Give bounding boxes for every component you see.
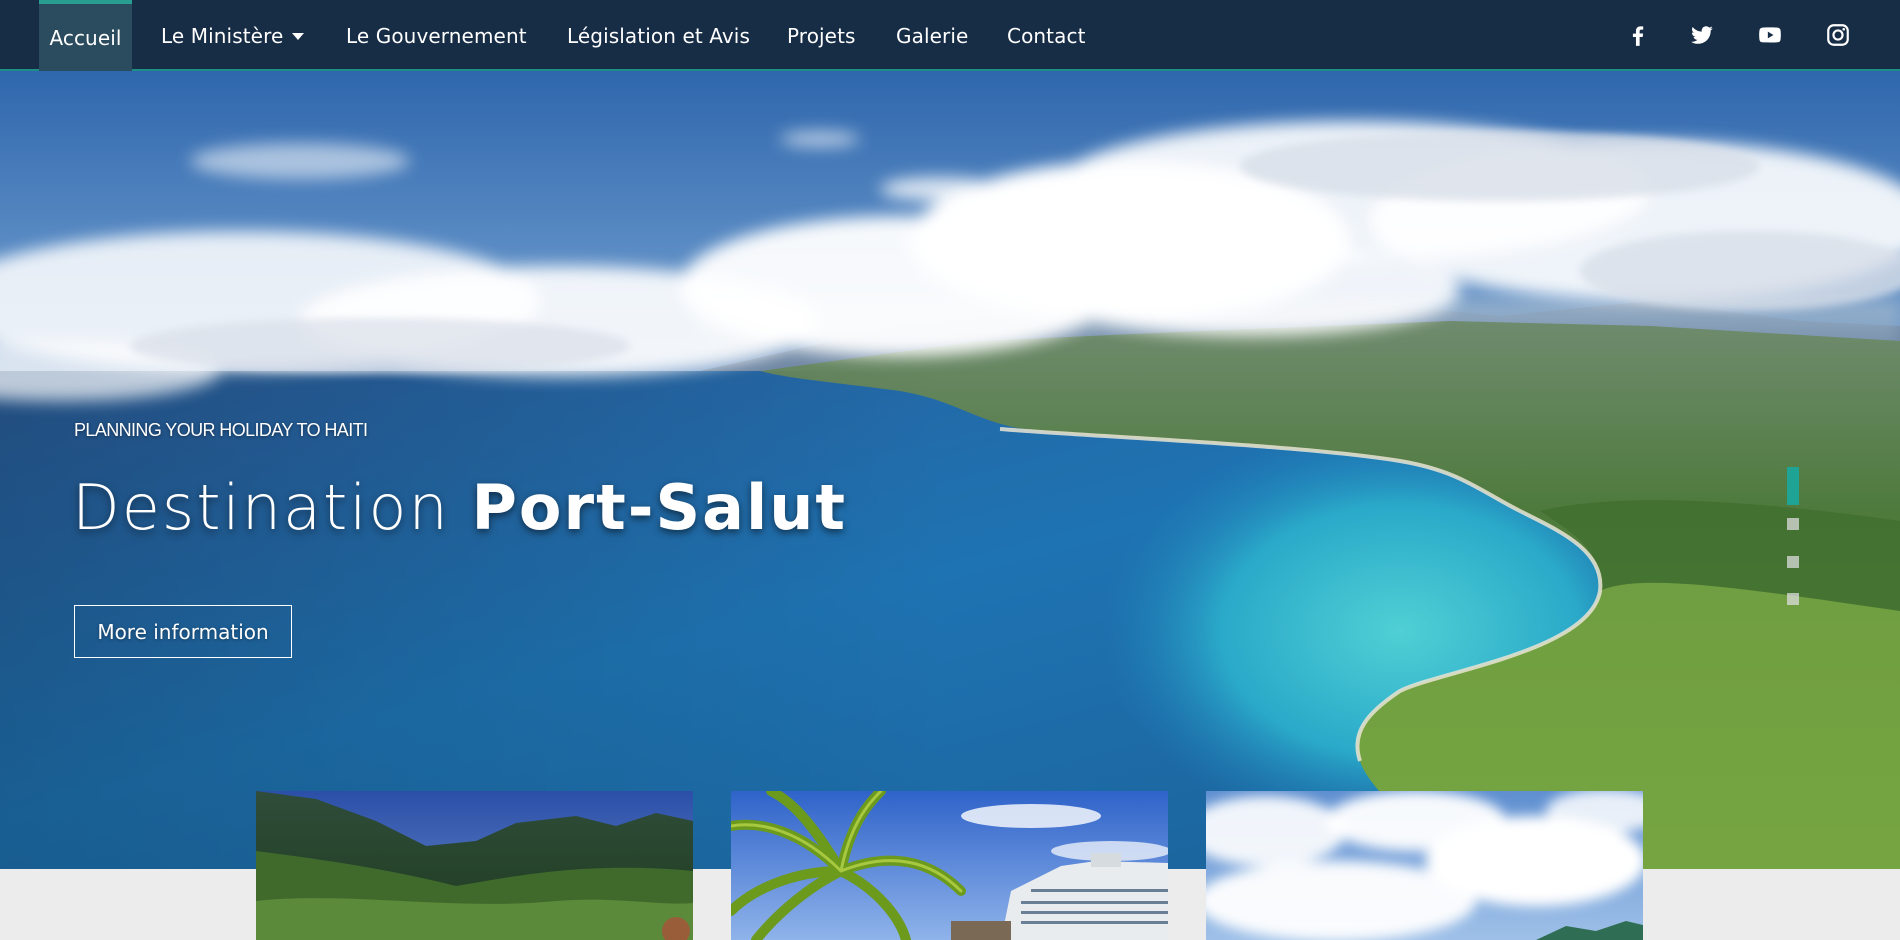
hero-title-bold: Port-Salut (471, 471, 847, 544)
youtube-icon[interactable] (1757, 22, 1783, 48)
nav-item-le-ministere[interactable]: Le Ministère (161, 0, 305, 71)
more-information-button[interactable]: More information (74, 605, 292, 658)
cloudy-sky-photo (1206, 791, 1643, 940)
carousel-indicator-1[interactable] (1787, 467, 1799, 505)
nav-item-label: Législation et Avis (567, 23, 750, 48)
nav-item-accueil[interactable]: Accueil (39, 0, 132, 71)
carousel-indicator-4[interactable] (1787, 593, 1799, 605)
hero-title-light: Destination (72, 471, 472, 544)
twitter-icon[interactable] (1689, 22, 1715, 48)
main-navbar: Accueil Le Ministère Le Gouvernement Lég… (0, 0, 1900, 71)
destination-card-sky[interactable] (1206, 791, 1643, 940)
nav-item-galerie[interactable]: Galerie (896, 0, 968, 71)
instagram-icon[interactable] (1825, 22, 1851, 48)
hero-title: Destination Port-Salut (72, 471, 847, 544)
nav-item-contact[interactable]: Contact (1007, 0, 1086, 71)
nav-item-projets[interactable]: Projets (787, 0, 856, 71)
hero-background-image (0, 71, 1900, 869)
nav-item-label: Le Ministère (161, 23, 284, 48)
nav-item-le-gouvernement[interactable]: Le Gouvernement (346, 0, 527, 71)
nav-item-label: Accueil (49, 25, 122, 50)
destination-card-mountains[interactable] (256, 791, 693, 940)
hero-carousel: PLANNING YOUR HOLIDAY TO HAITI Destinati… (0, 71, 1900, 869)
facebook-icon[interactable] (1625, 22, 1651, 48)
hero-kicker: PLANNING YOUR HOLIDAY TO HAITI (74, 420, 368, 440)
nav-item-label: Projets (787, 23, 856, 48)
carousel-indicator-3[interactable] (1787, 556, 1799, 568)
nav-item-legislation-et-avis[interactable]: Législation et Avis (567, 0, 750, 71)
carousel-indicator-2[interactable] (1787, 518, 1799, 530)
nav-item-label: Galerie (896, 23, 969, 48)
mountain-forest-photo (256, 791, 693, 940)
palm-cruise-ship-photo (731, 791, 1168, 940)
caret-down-icon (292, 33, 305, 40)
destination-card-beach[interactable] (731, 791, 1168, 940)
nav-item-label: Contact (1007, 23, 1086, 48)
nav-item-label: Le Gouvernement (346, 23, 527, 48)
